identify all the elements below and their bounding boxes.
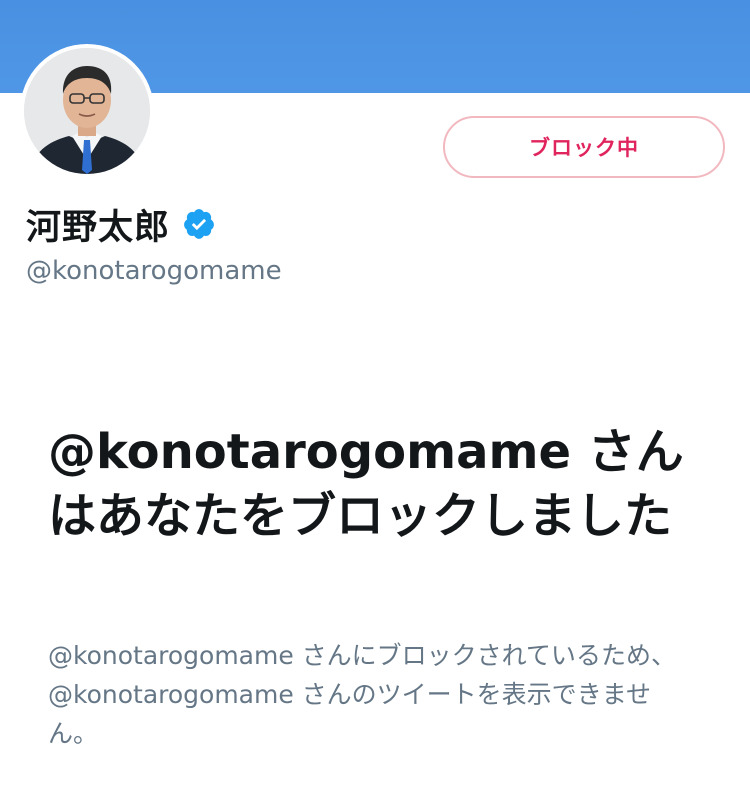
profile-page: ブロック中 河野太郎 @konotarogomame @konotarogoma… [0, 0, 750, 792]
avatar-portrait [24, 48, 150, 174]
blocked-description: @konotarogomame さんにブロックされているため、@konotaro… [48, 641, 676, 748]
verified-badge-icon [182, 207, 216, 241]
avatar-image [24, 48, 150, 174]
profile-name-row: 河野太郎 [26, 201, 216, 248]
profile-handle: @konotarogomame [26, 256, 282, 286]
blocked-headline: @konotarogomame さんはあなたをブロックしました [48, 424, 684, 544]
display-name: 河野太郎 [26, 207, 171, 248]
blocking-button[interactable]: ブロック中 [443, 116, 725, 178]
avatar[interactable] [20, 44, 154, 178]
